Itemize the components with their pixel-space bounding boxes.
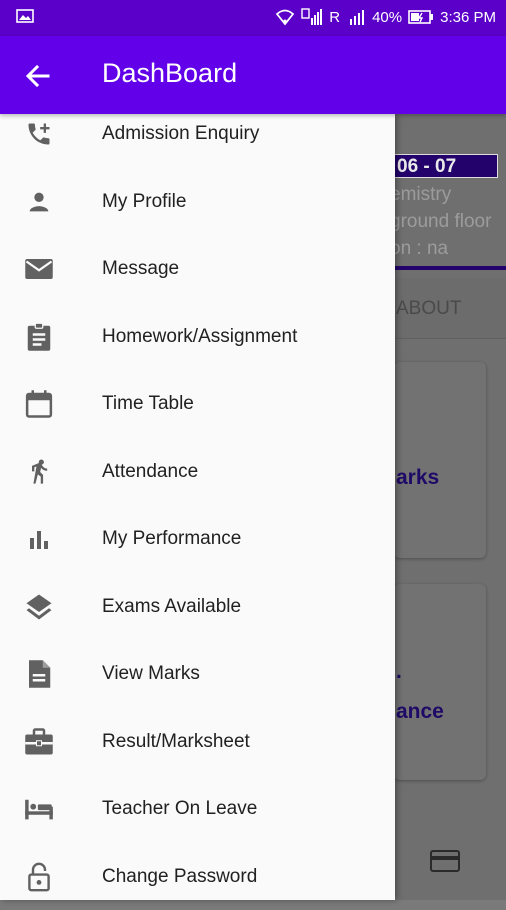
signal-icon <box>301 8 323 25</box>
drawer-item-label: Attendance <box>102 460 199 482</box>
layers-icon <box>24 592 54 622</box>
bg-card-2-label: ance <box>396 700 444 723</box>
drawer-item-label: Change Password <box>102 865 258 887</box>
battery-percent: 40% <box>372 8 403 26</box>
drawer-item-my-profile[interactable]: My Profile <box>0 168 395 235</box>
phone-add-icon <box>24 119 54 149</box>
drawer-item-label: Message <box>102 257 180 279</box>
drawer-item-label: Admission Enquiry <box>102 122 260 144</box>
clipboard-icon <box>24 322 54 352</box>
running-person-icon <box>24 457 54 487</box>
drawer-item-message[interactable]: Message <box>0 235 395 302</box>
drawer-item-result-marksheet[interactable]: Result/Marksheet <box>0 708 395 775</box>
bg-card-2-dot: . <box>396 660 402 683</box>
bg-card-1-label: arks <box>396 466 440 489</box>
drawer-item-label: My Performance <box>102 527 242 549</box>
divider <box>394 266 506 270</box>
bg-subject: emistry <box>390 184 452 205</box>
signal-icon-2 <box>350 10 365 25</box>
drawer-item-label: View Marks <box>102 662 200 684</box>
drawer-item-label: My Profile <box>102 190 187 212</box>
bar-chart-icon <box>24 524 54 554</box>
person-icon <box>24 187 54 217</box>
document-icon <box>24 659 54 689</box>
drawer-item-label: Teacher On Leave <box>102 797 258 819</box>
bed-icon <box>24 794 54 824</box>
card-icon <box>430 850 460 872</box>
date-badge: 06 - 07 <box>388 154 498 178</box>
wifi-icon <box>276 9 295 26</box>
drawer-item-view-marks[interactable]: View Marks <box>0 640 395 707</box>
drawer-item-exams-available[interactable]: Exams Available <box>0 573 395 640</box>
drawer-item-homework[interactable]: Homework/Assignment <box>0 303 395 370</box>
arrow-back-icon[interactable] <box>24 62 52 90</box>
clock: 3:36 PM <box>440 8 496 26</box>
bg-info: on : na <box>390 238 449 259</box>
briefcase-icon <box>24 727 54 757</box>
drawer-item-attendance[interactable]: Attendance <box>0 438 395 505</box>
mail-icon <box>24 254 54 284</box>
calendar-icon <box>24 389 54 419</box>
drawer-item-teacher-on-leave[interactable]: Teacher On Leave <box>0 775 395 842</box>
app-bar: DashBoard <box>0 36 506 114</box>
bg-card-1 <box>394 362 486 558</box>
tab-about: ABOUT <box>396 298 462 319</box>
drawer-item-label: Exams Available <box>102 595 242 617</box>
battery-icon <box>408 10 434 24</box>
drawer-item-label: Time Table <box>102 392 194 414</box>
drawer-item-my-performance[interactable]: My Performance <box>0 505 395 572</box>
navigation-drawer: Admission Enquiry My Profile Message Hom… <box>0 114 395 900</box>
drawer-item-label: Result/Marksheet <box>102 730 250 752</box>
bg-card-2 <box>394 584 486 780</box>
page-title: DashBoard <box>102 58 238 88</box>
status-bar: R 40% 3:36 PM <box>0 0 506 36</box>
bg-location: ground floor <box>390 211 492 232</box>
lock-icon <box>24 862 54 892</box>
drawer-item-time-table[interactable]: Time Table <box>0 370 395 437</box>
network-label: R <box>329 8 341 26</box>
image-icon <box>16 9 34 23</box>
drawer-item-label: Homework/Assignment <box>102 325 298 347</box>
